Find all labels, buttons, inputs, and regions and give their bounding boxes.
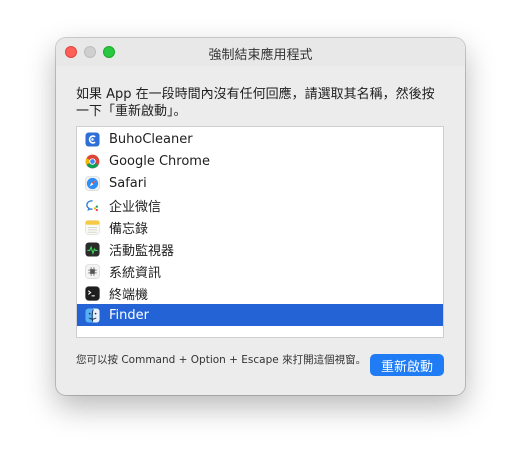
app-row-finder[interactable]: Finder [77,304,443,326]
buhocleaner-icon [85,131,100,147]
app-row-terminal[interactable]: 終端機 [77,282,443,304]
app-row-system-information[interactable]: 系統資訊 [77,260,443,282]
safari-icon [85,175,100,191]
instruction-line-2: 一下「重新啟動」。 [76,104,187,119]
app-row-notes[interactable]: 備忘錄 [77,216,443,238]
app-row-buhocleaner[interactable]: BuhoCleaner [77,128,443,150]
app-name: Finder [109,307,149,323]
app-name: 活動監視器 [109,243,175,259]
terminal-icon [85,285,100,301]
system-information-icon [85,263,100,279]
app-name: Safari [109,175,147,191]
app-row-wecom[interactable]: 企业微信 [77,194,443,216]
instruction-text: 如果 App 在一段時間內沒有任何回應，請選取其名稱，然後按 一下「重新啟動」。 [76,86,451,120]
chrome-icon [85,154,100,168]
finder-icon [85,307,100,323]
app-row-safari[interactable]: Safari [77,172,443,194]
relaunch-button[interactable]: 重新啟動 [370,354,444,376]
app-name: 備忘錄 [109,221,149,237]
force-quit-window: 強制結束應用程式 如果 App 在一段時間內沒有任何回應，請選取其名稱，然後按 … [56,38,465,395]
app-name: 終端機 [109,287,149,303]
app-row-google-chrome[interactable]: Google Chrome [77,150,443,172]
instruction-line-1: 如果 App 在一段時間內沒有任何回應，請選取其名稱，然後按 [76,87,435,102]
app-row-activity-monitor[interactable]: 活動監視器 [77,238,443,260]
app-name: BuhoCleaner [109,131,193,147]
app-name: Google Chrome [109,153,210,169]
wecom-icon [86,199,98,211]
app-name: 系統資訊 [109,265,162,281]
notes-icon [85,219,100,235]
activity-monitor-icon [85,241,100,257]
window-title: 強制結束應用程式 [208,48,313,63]
title-bar: 強制結束應用程式 [56,38,465,66]
app-name: 企业微信 [109,199,162,215]
app-list[interactable]: BuhoCleaner Google Chrome Safari 企业微信 備忘… [76,126,444,338]
keyboard-shortcut-hint: 您可以按 Command + Option + Escape 來打開這個視窗。 [76,354,367,366]
